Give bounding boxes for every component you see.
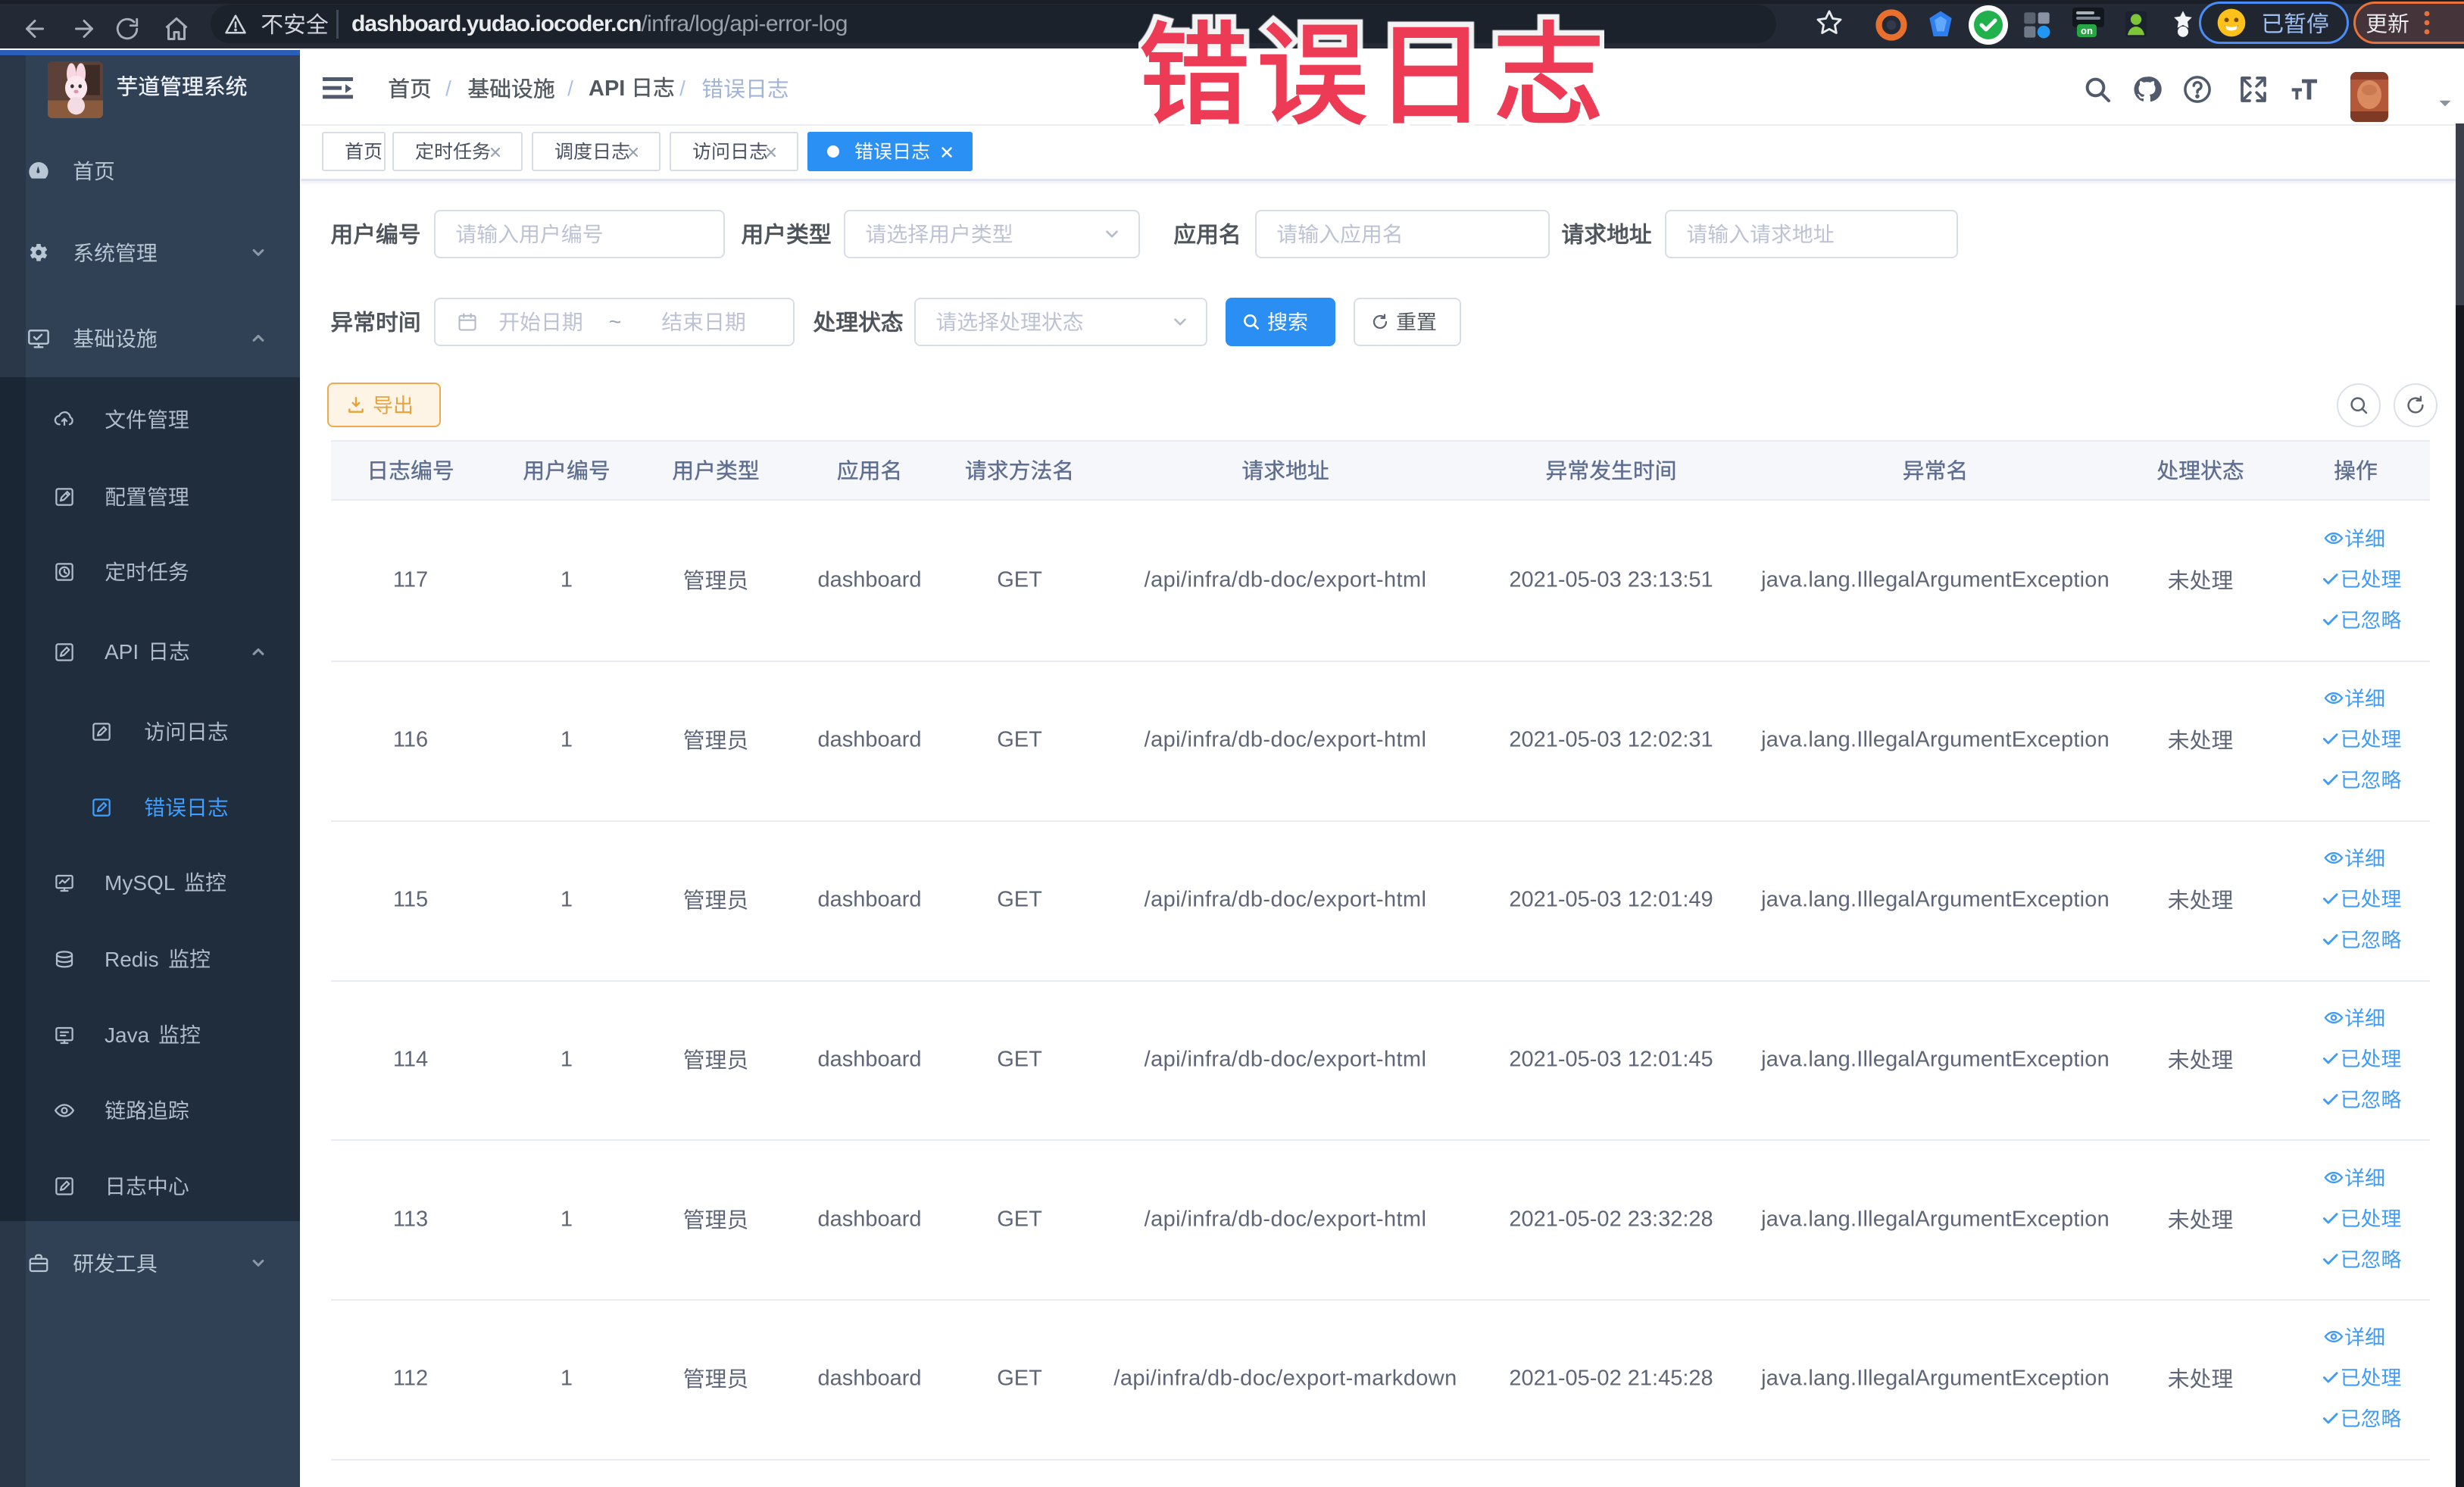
svg-text:on: on xyxy=(2081,25,2093,36)
